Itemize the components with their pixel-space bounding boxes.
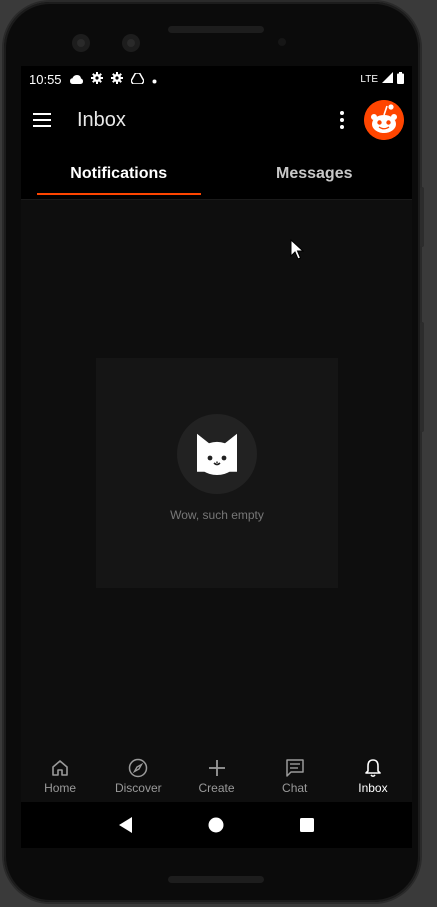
recents-icon[interactable] <box>300 818 315 832</box>
cloud-icon <box>69 72 83 87</box>
back-icon[interactable] <box>118 817 133 833</box>
nav-inbox[interactable]: Inbox <box>334 750 412 802</box>
battery-icon <box>397 71 404 87</box>
cat-icon-container <box>177 414 257 494</box>
avatar[interactable] <box>364 100 404 140</box>
nav-discover[interactable]: Discover <box>99 750 177 802</box>
gear-icon <box>110 71 123 87</box>
phone-frame: 10:55 LTE Inbox Notifications Messages W… <box>4 2 424 902</box>
inbox-tabs: Notifications Messages <box>21 148 412 200</box>
drive-icon <box>129 71 145 87</box>
dot-icon <box>152 72 157 87</box>
nav-discover-label: Discover <box>114 780 162 795</box>
power-button <box>420 322 424 432</box>
tab-notifications[interactable]: Notifications <box>21 148 217 199</box>
hamburger-menu-icon[interactable] <box>29 104 61 136</box>
nav-home[interactable]: Home <box>21 750 99 802</box>
top-speaker <box>168 26 264 33</box>
mouse-cursor-icon <box>290 239 304 260</box>
volume-button <box>420 187 424 247</box>
page-title: Inbox <box>77 108 126 131</box>
front-camera <box>72 34 90 52</box>
status-bar: 10:55 LTE <box>21 66 412 92</box>
system-navigation-bar <box>21 802 412 848</box>
home-circle-icon[interactable] <box>208 817 224 833</box>
gear-icon <box>90 71 103 87</box>
compass-icon <box>129 758 148 777</box>
signal-icon <box>382 72 393 86</box>
chat-icon <box>285 758 304 777</box>
screen: 10:55 LTE Inbox Notifications Messages W… <box>21 66 412 848</box>
home-icon <box>52 759 68 776</box>
empty-state: Wow, such empty <box>96 358 338 588</box>
proximity-sensor <box>278 38 286 46</box>
bell-icon <box>365 758 381 777</box>
snoo-icon <box>364 100 404 140</box>
bottom-speaker <box>168 876 264 883</box>
nav-chat[interactable]: Chat <box>256 750 334 802</box>
notifications-content: Wow, such empty <box>21 200 412 750</box>
status-time: 10:55 <box>29 71 62 87</box>
app-bar: Inbox <box>21 92 412 148</box>
nav-chat-label: Chat <box>282 780 308 795</box>
nav-create[interactable]: Create <box>177 750 255 802</box>
empty-state-text: Wow, such empty <box>170 508 264 522</box>
nav-inbox-label: Inbox <box>358 780 388 795</box>
cat-icon <box>197 433 237 475</box>
network-type: LTE <box>360 73 378 85</box>
bottom-navigation: Home Discover Create Chat Inbox <box>21 750 412 802</box>
more-options-icon[interactable] <box>330 111 354 129</box>
plus-icon <box>208 759 225 776</box>
nav-create-label: Create <box>198 780 235 795</box>
tab-messages[interactable]: Messages <box>217 148 413 199</box>
front-camera-secondary <box>122 34 140 52</box>
nav-home-label: Home <box>44 780 77 795</box>
